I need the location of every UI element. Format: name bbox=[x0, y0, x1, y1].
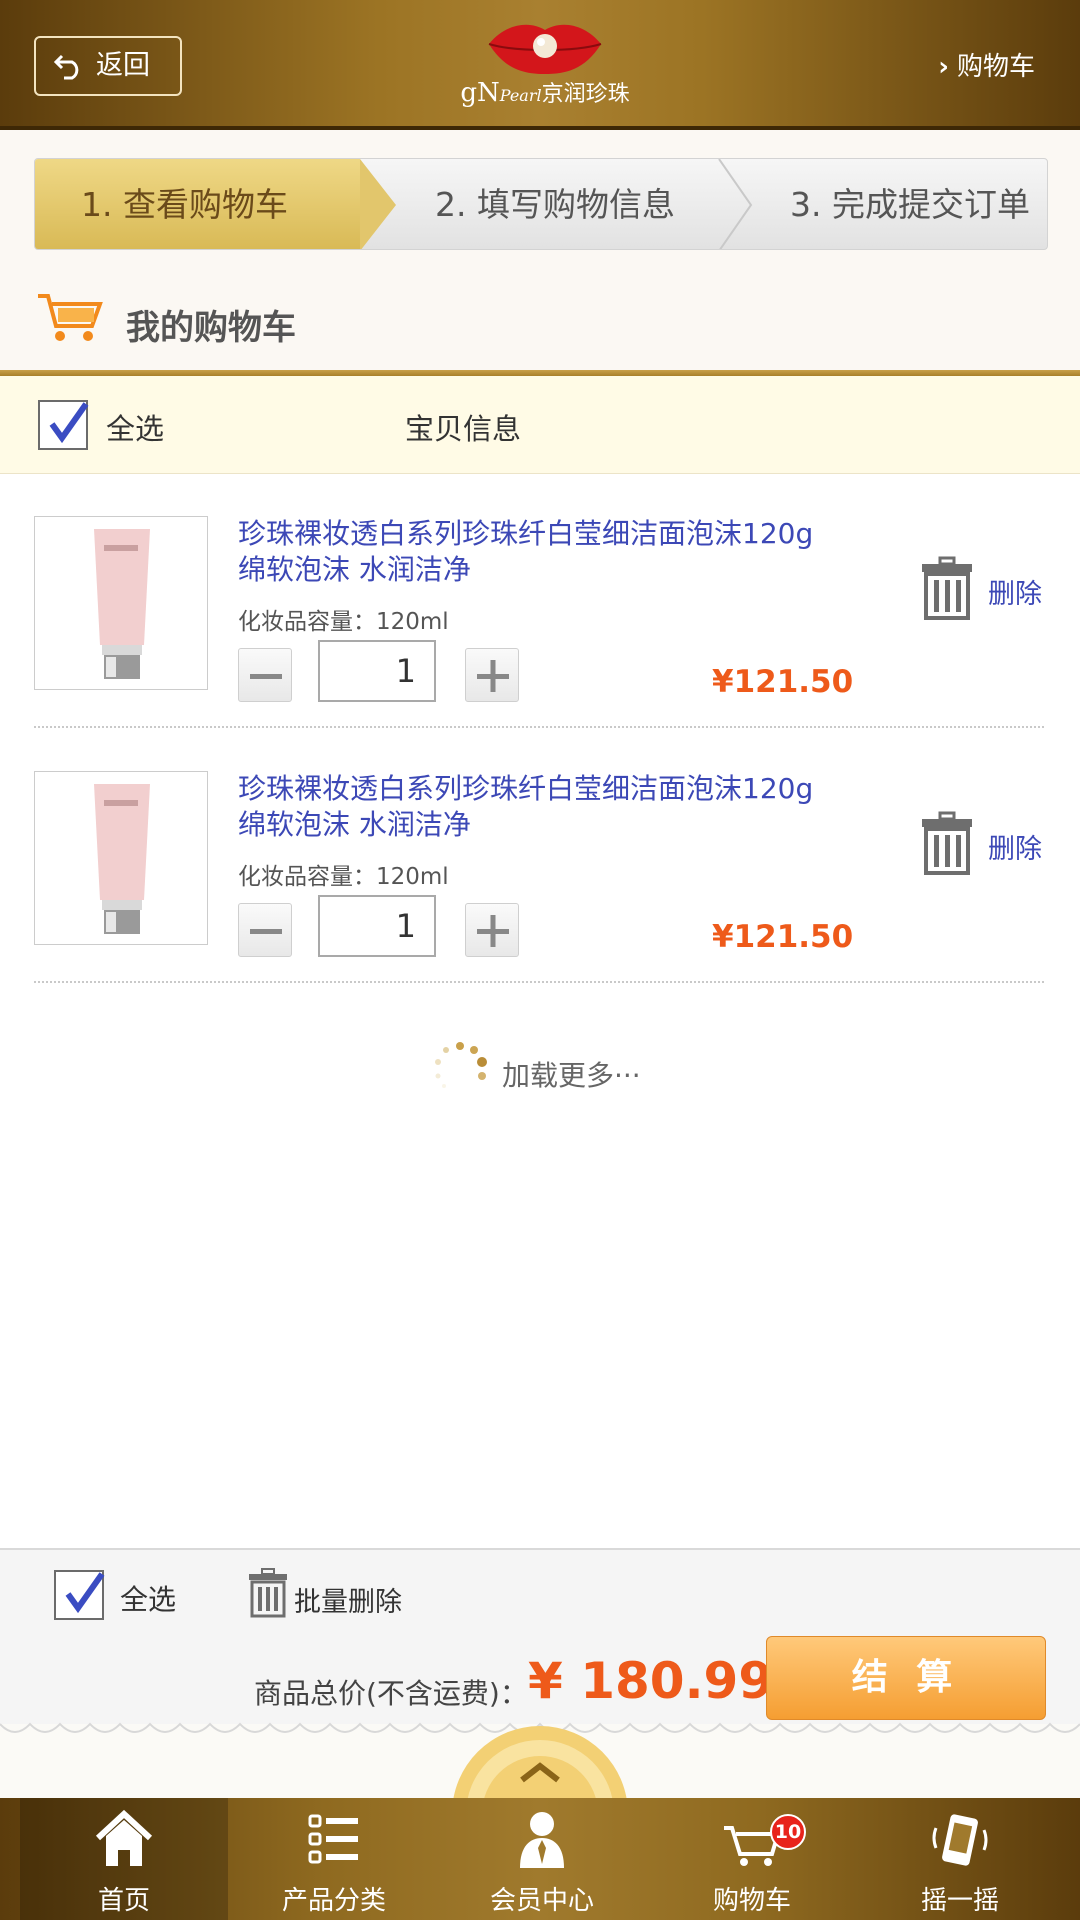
loading-spinner-icon bbox=[435, 1042, 487, 1088]
select-all-label: 全选 bbox=[106, 412, 165, 446]
total-price-value: ¥ 180.99 bbox=[528, 1652, 774, 1710]
quantity-increase-button[interactable] bbox=[465, 648, 519, 702]
check-icon bbox=[49, 402, 89, 444]
chevron-right-icon: › bbox=[938, 52, 949, 82]
minus-icon bbox=[250, 929, 282, 934]
tab-label: 摇一摇 bbox=[920, 1886, 999, 1916]
load-more-label: 加载更多··· bbox=[502, 1059, 641, 1092]
checkout-button[interactable]: 结 算 bbox=[766, 1636, 1046, 1720]
trash-icon bbox=[922, 811, 972, 875]
tab-categories[interactable]: 产品分类 bbox=[230, 1798, 438, 1920]
plus-icon bbox=[477, 915, 509, 947]
product-title-link[interactable]: 珍珠裸妆透白系列珍珠纤白莹细洁面泡沫120g 绵软泡沫 水润洁净 bbox=[238, 516, 858, 588]
cleanser-tube-image bbox=[94, 529, 150, 679]
checkout-steps: 1. 查看购物车 2. 填写购物信息 3. 完成提交订单 bbox=[34, 158, 1048, 250]
tab-label: 首页 bbox=[97, 1886, 150, 1916]
total-price-label: 商品总价(不含运费)： bbox=[254, 1677, 528, 1710]
back-arrow-icon bbox=[54, 54, 79, 80]
tab-shake[interactable]: 摇一摇 bbox=[856, 1798, 1064, 1920]
cart-footer: 全选 批量删除 商品总价(不含运费)： ¥ 180.99 结 算 bbox=[0, 1548, 1080, 1724]
cart-item: 珍珠裸妆透白系列珍珠纤白莹细洁面泡沫120g 绵软泡沫 水润洁净 化妆品容量：1… bbox=[0, 771, 1080, 1026]
quantity-decrease-button[interactable] bbox=[238, 648, 292, 702]
lips-logo-icon bbox=[488, 24, 602, 75]
brand-logo: gNPearl京润珍珠 bbox=[455, 18, 635, 118]
header-cart-label: 购物车 bbox=[956, 52, 1035, 82]
tab-home[interactable]: 首页 bbox=[20, 1798, 228, 1920]
delete-label: 删除 bbox=[988, 579, 1042, 610]
product-spec: 化妆品容量：120ml bbox=[238, 609, 449, 635]
plus-icon bbox=[477, 660, 509, 692]
list-icon bbox=[308, 1814, 358, 1864]
delete-label: 删除 bbox=[988, 834, 1042, 865]
tab-member-center[interactable]: 会员中心 bbox=[438, 1798, 646, 1920]
tab-cart[interactable]: 10 购物车 bbox=[648, 1798, 856, 1920]
quantity-input[interactable]: 1 bbox=[318, 895, 436, 957]
cart-icon bbox=[38, 294, 103, 341]
section-title: 我的购物车 bbox=[126, 308, 296, 348]
step-divider-icon bbox=[718, 159, 753, 249]
brand-name: gNPearl京润珍珠 bbox=[460, 78, 630, 108]
cleanser-tube-image bbox=[94, 784, 150, 934]
product-title-link[interactable]: 珍珠裸妆透白系列珍珠纤白莹细洁面泡沫120g 绵软泡沫 水润洁净 bbox=[238, 771, 858, 843]
back-button[interactable]: 返回 bbox=[34, 36, 182, 96]
select-all-checkbox[interactable] bbox=[38, 400, 89, 450]
quantity-input[interactable]: 1 bbox=[318, 640, 436, 702]
product-spec: 化妆品容量：120ml bbox=[238, 864, 449, 890]
cart-count-badge: 10 bbox=[770, 1814, 806, 1850]
step-view-cart: 1. 查看购物车 bbox=[35, 159, 360, 249]
user-icon bbox=[520, 1812, 564, 1868]
bottom-tab-bar: 首页 产品分类 会员中心 10 购物车 摇一摇 bbox=[0, 1798, 1080, 1920]
trash-icon bbox=[922, 556, 972, 620]
step-submit-order: 3. 完成提交订单 bbox=[790, 185, 1030, 224]
home-icon bbox=[95, 1809, 153, 1866]
product-thumbnail[interactable] bbox=[34, 516, 208, 690]
footer-select-all-label: 全选 bbox=[120, 1583, 177, 1616]
check-icon bbox=[65, 1572, 105, 1614]
footer-select-all-checkbox[interactable] bbox=[54, 1570, 105, 1620]
trash-icon bbox=[249, 1568, 287, 1618]
header-cart-link[interactable]: › 购物车 bbox=[938, 46, 1035, 83]
product-info-header: 宝贝信息 bbox=[405, 412, 522, 446]
quantity-increase-button[interactable] bbox=[465, 903, 519, 957]
tab-label: 购物车 bbox=[712, 1886, 791, 1916]
cart-item: 珍珠裸妆透白系列珍珠纤白莹细洁面泡沫120g 绵软泡沫 水润洁净 化妆品容量：1… bbox=[0, 516, 1080, 771]
quantity-decrease-button[interactable] bbox=[238, 903, 292, 957]
item-price: ¥121.50 bbox=[712, 664, 854, 700]
product-thumbnail[interactable] bbox=[34, 771, 208, 945]
step-arrow bbox=[360, 159, 396, 249]
back-label: 返回 bbox=[96, 50, 150, 81]
item-divider bbox=[34, 981, 1044, 983]
tab-label: 产品分类 bbox=[281, 1886, 386, 1916]
minus-icon bbox=[250, 674, 282, 679]
list-header: 全选 宝贝信息 bbox=[0, 376, 1080, 474]
item-divider bbox=[34, 726, 1044, 728]
batch-delete-label: 批量删除 bbox=[294, 1587, 402, 1618]
tab-label: 会员中心 bbox=[489, 1886, 594, 1916]
step-fill-info: 2. 填写购物信息 bbox=[435, 185, 675, 224]
top-header: 返回 gNPearl京润珍珠 › 购物车 bbox=[0, 0, 1080, 130]
item-price: ¥121.50 bbox=[712, 919, 854, 955]
shake-phone-icon bbox=[932, 1814, 988, 1866]
